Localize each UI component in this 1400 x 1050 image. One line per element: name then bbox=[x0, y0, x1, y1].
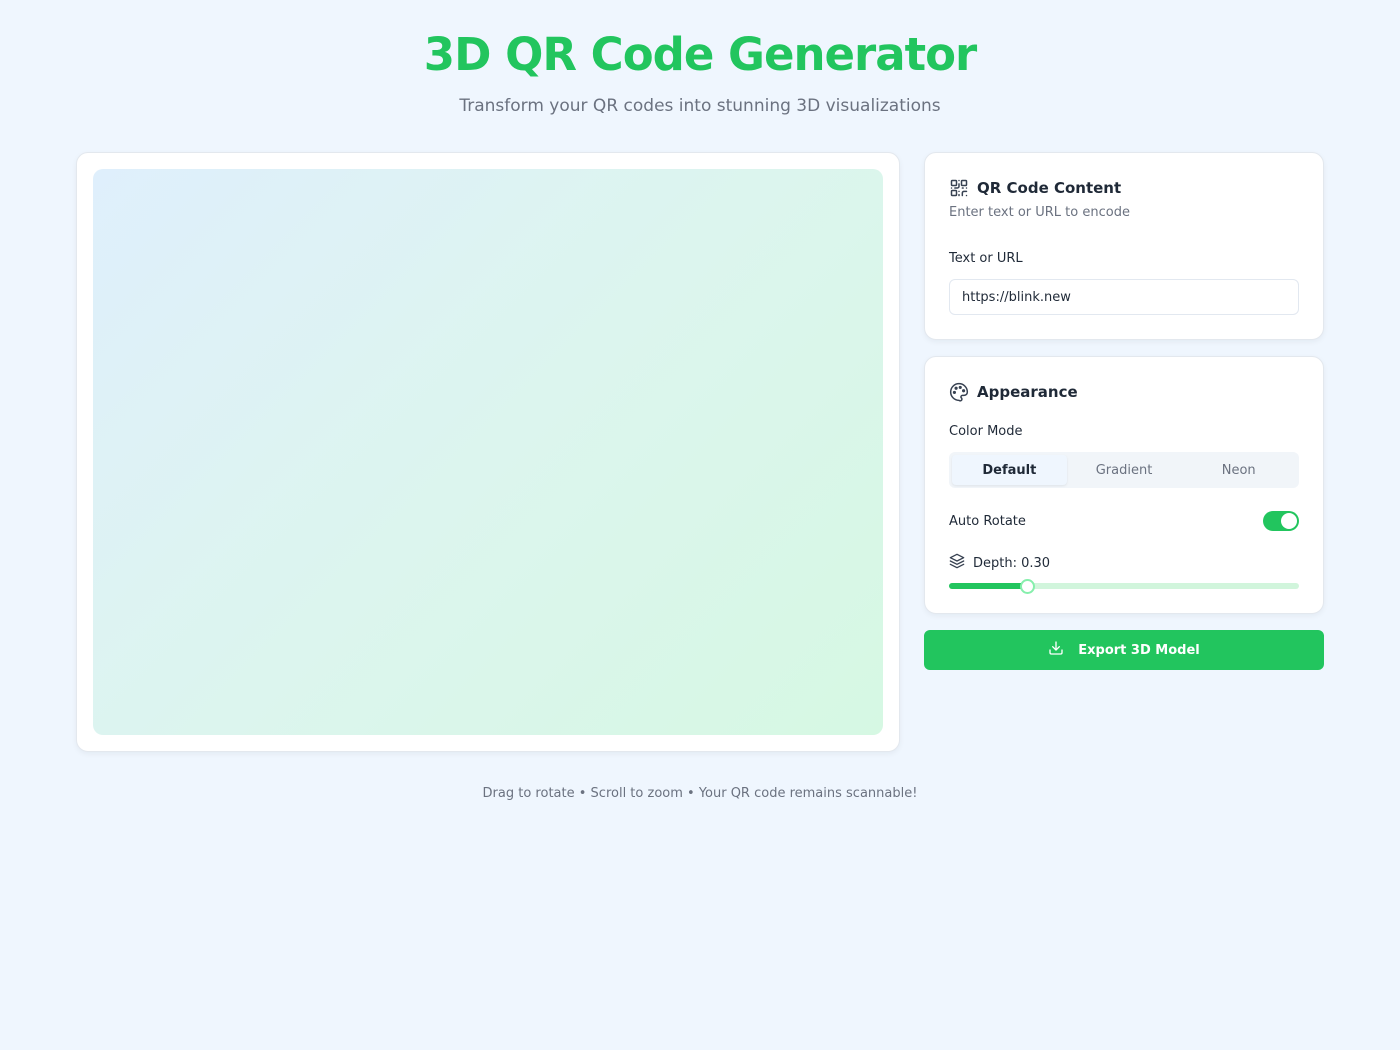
toggle-knob bbox=[1281, 513, 1297, 529]
layers-icon bbox=[949, 553, 965, 573]
auto-rotate-toggle[interactable] bbox=[1263, 511, 1299, 531]
qr-content-card: QR Code Content Enter text or URL to enc… bbox=[924, 152, 1324, 340]
export-label: Export 3D Model bbox=[1078, 642, 1200, 658]
appearance-header: Appearance bbox=[949, 382, 1078, 402]
color-mode-label: Color Mode bbox=[949, 424, 1023, 439]
appearance-title: Appearance bbox=[977, 383, 1078, 401]
palette-icon bbox=[949, 382, 969, 402]
page-subtitle: Transform your QR codes into stunning 3D… bbox=[459, 96, 941, 116]
export-3d-model-button[interactable]: Export 3D Model bbox=[924, 630, 1324, 670]
slider-thumb[interactable] bbox=[1019, 579, 1035, 594]
appearance-card: Appearance Color Mode Default Gradient N… bbox=[924, 356, 1324, 614]
qr-content-description: Enter text or URL to encode bbox=[949, 205, 1130, 220]
viewer-card bbox=[76, 152, 900, 752]
text-url-label: Text or URL bbox=[949, 251, 1023, 266]
color-mode-selector: Default Gradient Neon bbox=[949, 452, 1299, 488]
page: 3D QR Code Generator Transform your QR c… bbox=[0, 0, 1400, 1050]
qr-content-title: QR Code Content bbox=[977, 179, 1122, 197]
interaction-hint: Drag to rotate • Scroll to zoom • Your Q… bbox=[482, 786, 918, 801]
color-mode-neon[interactable]: Neon bbox=[1181, 455, 1296, 485]
qr-code-icon bbox=[949, 178, 969, 198]
depth-row: Depth: 0.30 bbox=[949, 553, 1050, 573]
slider-fill bbox=[949, 583, 1027, 589]
auto-rotate-label: Auto Rotate bbox=[949, 514, 1026, 529]
qr-content-header: QR Code Content bbox=[949, 178, 1121, 198]
download-icon bbox=[1048, 640, 1064, 660]
page-title: 3D QR Code Generator bbox=[423, 28, 977, 81]
text-url-input[interactable] bbox=[949, 279, 1299, 315]
color-mode-gradient[interactable]: Gradient bbox=[1067, 455, 1182, 485]
color-mode-default[interactable]: Default bbox=[952, 455, 1067, 485]
3d-viewer-canvas[interactable] bbox=[93, 169, 883, 735]
depth-label: Depth: 0.30 bbox=[973, 555, 1051, 571]
depth-slider[interactable] bbox=[949, 579, 1299, 594]
